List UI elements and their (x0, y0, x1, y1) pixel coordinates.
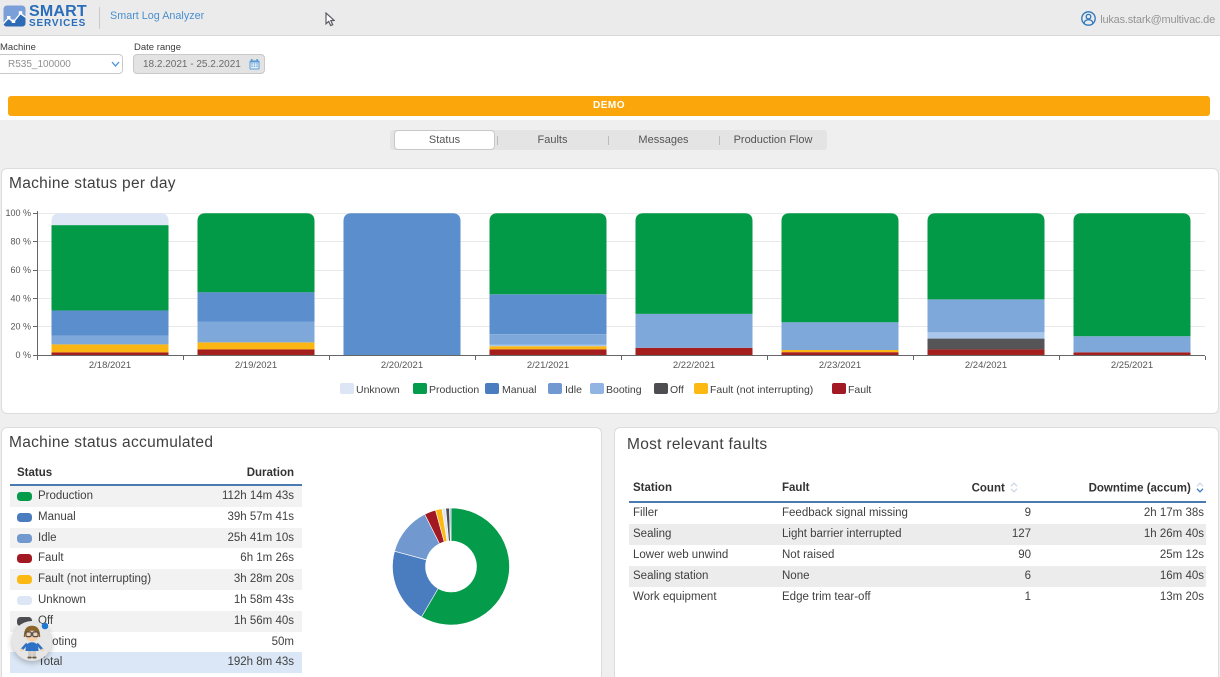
svg-text:0 %: 0 % (15, 350, 31, 360)
svg-text:20 %: 20 % (10, 322, 31, 332)
svg-text:80 %: 80 % (10, 237, 31, 247)
svg-text:2/19/2021: 2/19/2021 (235, 360, 277, 371)
svg-text:2/24/2021: 2/24/2021 (965, 360, 1007, 371)
svg-text:2/23/2021: 2/23/2021 (819, 360, 861, 371)
svg-text:2/25/2021: 2/25/2021 (1111, 360, 1153, 371)
svg-text:2/21/2021: 2/21/2021 (527, 360, 569, 371)
svg-text:60 %: 60 % (10, 265, 31, 275)
svg-text:2/22/2021: 2/22/2021 (673, 360, 715, 371)
svg-text:100 %: 100 % (5, 208, 31, 218)
svg-text:2/18/2021: 2/18/2021 (89, 360, 131, 371)
svg-text:2/20/2021: 2/20/2021 (381, 360, 423, 371)
svg-text:40 %: 40 % (10, 293, 31, 303)
